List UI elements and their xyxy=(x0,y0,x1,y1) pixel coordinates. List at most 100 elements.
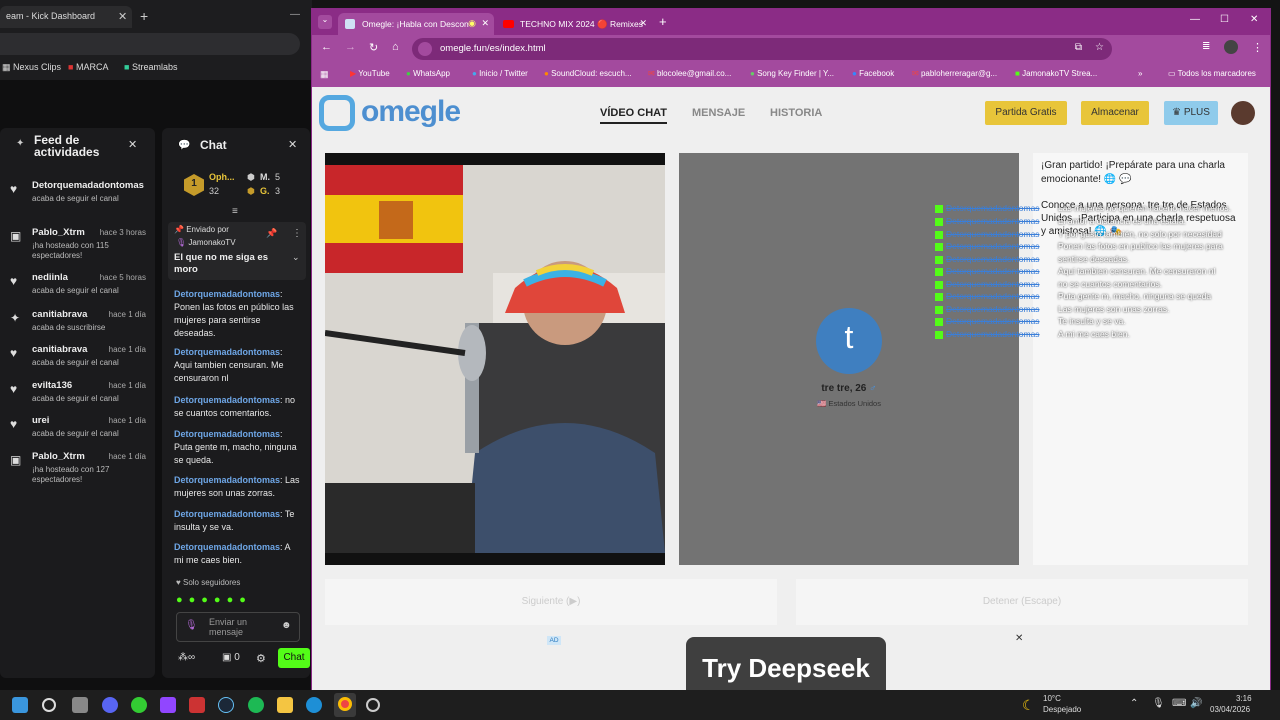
more-icon[interactable]: ⋮ xyxy=(292,228,302,239)
leader-3-name[interactable]: G. xyxy=(260,186,270,196)
chat-message-user[interactable]: Detorquemadadontomas xyxy=(174,509,280,519)
chrome-active-icon[interactable] xyxy=(334,693,356,717)
address-bar[interactable] xyxy=(0,33,300,55)
back-icon[interactable]: ← xyxy=(321,41,332,53)
bookmark-star-icon[interactable]: ☆ xyxy=(1095,42,1104,53)
bookmark-soundcloud[interactable]: ● SoundCloud: escuch... xyxy=(544,69,632,78)
emoji-icon[interactable]: ☻ xyxy=(281,620,292,631)
pin-icon[interactable]: 📌 xyxy=(266,228,277,239)
settings-icon[interactable]: ⚙ xyxy=(256,652,266,665)
steam-icon[interactable] xyxy=(218,697,234,713)
close-icon[interactable]: ✕ xyxy=(128,138,137,151)
mic-icon[interactable]: 🎙 xyxy=(1152,698,1165,709)
start-icon[interactable] xyxy=(12,697,28,713)
search-icon[interactable] xyxy=(42,698,56,712)
plus-button[interactable]: ♛ PLUS xyxy=(1164,101,1218,125)
extensions-icon[interactable]: ≣ xyxy=(1202,41,1210,52)
spotify-icon[interactable] xyxy=(248,697,264,713)
file-explorer-icon[interactable] xyxy=(277,697,293,713)
weather-icon[interactable]: ☾ xyxy=(1022,697,1035,714)
bookmark-youtube[interactable]: ▶ YouTube xyxy=(350,69,390,78)
feed-item-name[interactable]: Detorquemadadontomas xyxy=(32,180,144,191)
url-bar[interactable]: omegle.fun/es/index.html ⧉ ☆ xyxy=(412,38,1112,60)
tab-kick-dashboard[interactable]: eam - Kick Dashboard xyxy=(0,6,132,28)
home-icon[interactable]: ⌂ xyxy=(392,41,399,53)
feed-item-name[interactable]: Pablo_Xtrm xyxy=(32,227,85,238)
tab-search-icon[interactable]: ⌄ xyxy=(318,15,332,29)
chat-message-user[interactable]: Detorquemadadontomas xyxy=(174,429,280,439)
network-icon[interactable]: ⌨ xyxy=(1172,698,1186,709)
feed-item-name[interactable]: canitiabrava xyxy=(32,309,87,320)
feed-item-name[interactable]: nediinla xyxy=(32,272,68,283)
gift-icon[interactable]: ▣ 0 xyxy=(222,652,240,663)
tab-omegle[interactable]: Omegle: ¡Habla con Descon ◉ ✕ xyxy=(338,13,494,35)
bookmark-gmail[interactable]: ✉ blocolee@gmail.co... xyxy=(648,69,731,78)
nav-message[interactable]: MENSAJE xyxy=(692,107,745,119)
chevron-up-icon[interactable]: ⌃ xyxy=(1130,698,1138,709)
more-bookmarks-icon[interactable]: » xyxy=(1138,69,1142,78)
discord-icon[interactable] xyxy=(102,697,118,713)
nav-history[interactable]: HISTORIA xyxy=(770,107,822,119)
feed-item-name[interactable]: urei xyxy=(32,415,49,426)
store-button[interactable]: Almacenar xyxy=(1081,101,1149,125)
minimize-icon[interactable]: — xyxy=(1190,14,1200,25)
bookmark-streamlabs[interactable]: ■ Streamlabs xyxy=(124,62,177,72)
chat-message-user[interactable]: Detorquemadadontomas xyxy=(174,289,280,299)
stop-button[interactable]: Detener (Escape) xyxy=(796,579,1248,625)
bookmark-nexus-clips[interactable]: ▦ Nexus Clips xyxy=(2,62,61,73)
omegle-logo-text[interactable]: omegle xyxy=(361,95,461,129)
app-icon[interactable] xyxy=(189,697,205,713)
bookmark-twitter[interactable]: ● Inicio / Twitter xyxy=(472,69,528,78)
users-icon[interactable]: ⁂∞ xyxy=(178,652,195,663)
bookmark-facebook[interactable]: ● Facebook xyxy=(852,69,894,78)
reload-icon[interactable]: ↻ xyxy=(369,41,378,54)
volume-icon[interactable]: 🔊 xyxy=(1190,698,1202,709)
emote-row[interactable]: ●●●●●● xyxy=(176,594,252,606)
site-info-icon[interactable] xyxy=(418,42,432,56)
close-ad-icon[interactable]: ✕ xyxy=(1015,633,1023,644)
xbox-icon[interactable] xyxy=(131,697,147,713)
leader-1-name[interactable]: Oph... xyxy=(209,172,235,182)
forward-icon[interactable]: → xyxy=(345,41,356,53)
free-match-button[interactable]: Partida Gratis xyxy=(985,101,1067,125)
feed-item-name[interactable]: Pablo_Xtrm xyxy=(32,451,85,462)
nav-video-chat[interactable]: VÍDEO CHAT xyxy=(600,107,668,124)
leader-2-name[interactable]: M. xyxy=(260,172,270,182)
bookmark-marca[interactable]: ■ MARCA xyxy=(68,62,108,72)
chat-message-user[interactable]: Detorquemadadontomas xyxy=(174,395,280,405)
edge-icon[interactable] xyxy=(306,697,322,713)
chat-message-user[interactable]: Detorquemadadontomas xyxy=(174,347,280,357)
bookmark-jamonakotv[interactable]: ■ JamonakoTV Strea... xyxy=(1015,69,1097,78)
obs-icon[interactable] xyxy=(366,698,380,712)
all-bookmarks[interactable]: ▭ Todos los marcadores xyxy=(1168,69,1256,78)
tab-techno-mix[interactable]: TECHNO MIX 2024 🔴 Remixes ✕ xyxy=(496,13,652,35)
bookmark-whatsapp[interactable]: ● WhatsApp xyxy=(406,69,450,78)
close-tab-icon[interactable]: ✕ xyxy=(639,18,647,29)
chevron-down-icon[interactable]: ⌄ xyxy=(292,252,300,263)
ad-banner[interactable]: Try Deepseek xyxy=(686,637,886,691)
next-button[interactable]: Siguiente (▶) xyxy=(325,579,777,625)
menu-icon[interactable]: ⋮ xyxy=(1252,41,1263,54)
chat-input[interactable]: 🎙 Enviar un mensaje ☻ xyxy=(176,612,300,642)
new-tab-icon[interactable]: + xyxy=(659,14,667,29)
profile-avatar[interactable] xyxy=(1224,40,1238,54)
send-chat-button[interactable]: Chat xyxy=(278,648,310,668)
minimize-icon[interactable]: — xyxy=(290,9,300,20)
new-tab-icon[interactable]: + xyxy=(140,8,148,24)
chat-message-user[interactable]: Detorquemadadontomas xyxy=(174,475,280,485)
omegle-logo-icon[interactable] xyxy=(319,95,355,131)
install-app-icon[interactable]: ⧉ xyxy=(1075,42,1082,53)
expand-icon[interactable]: ≡ xyxy=(232,206,238,217)
close-window-icon[interactable]: ✕ xyxy=(1250,14,1258,25)
streaming-app-icon[interactable] xyxy=(160,697,176,713)
chat-message-user[interactable]: Detorquemadadontomas xyxy=(174,542,280,552)
close-tab-icon[interactable]: ✕ xyxy=(481,18,489,29)
bookmark-song-key-finder[interactable]: ● Song Key Finder | Y... xyxy=(750,69,834,78)
close-icon[interactable]: ✕ xyxy=(288,138,297,151)
task-view-icon[interactable] xyxy=(72,697,88,713)
feed-item-name[interactable]: evilta136 xyxy=(32,380,72,391)
apps-icon[interactable]: ▦ xyxy=(320,69,329,80)
mic-icon[interactable]: 🎙 xyxy=(185,620,198,631)
maximize-icon[interactable]: ☐ xyxy=(1220,14,1229,25)
close-icon[interactable]: ✕ xyxy=(118,10,127,23)
